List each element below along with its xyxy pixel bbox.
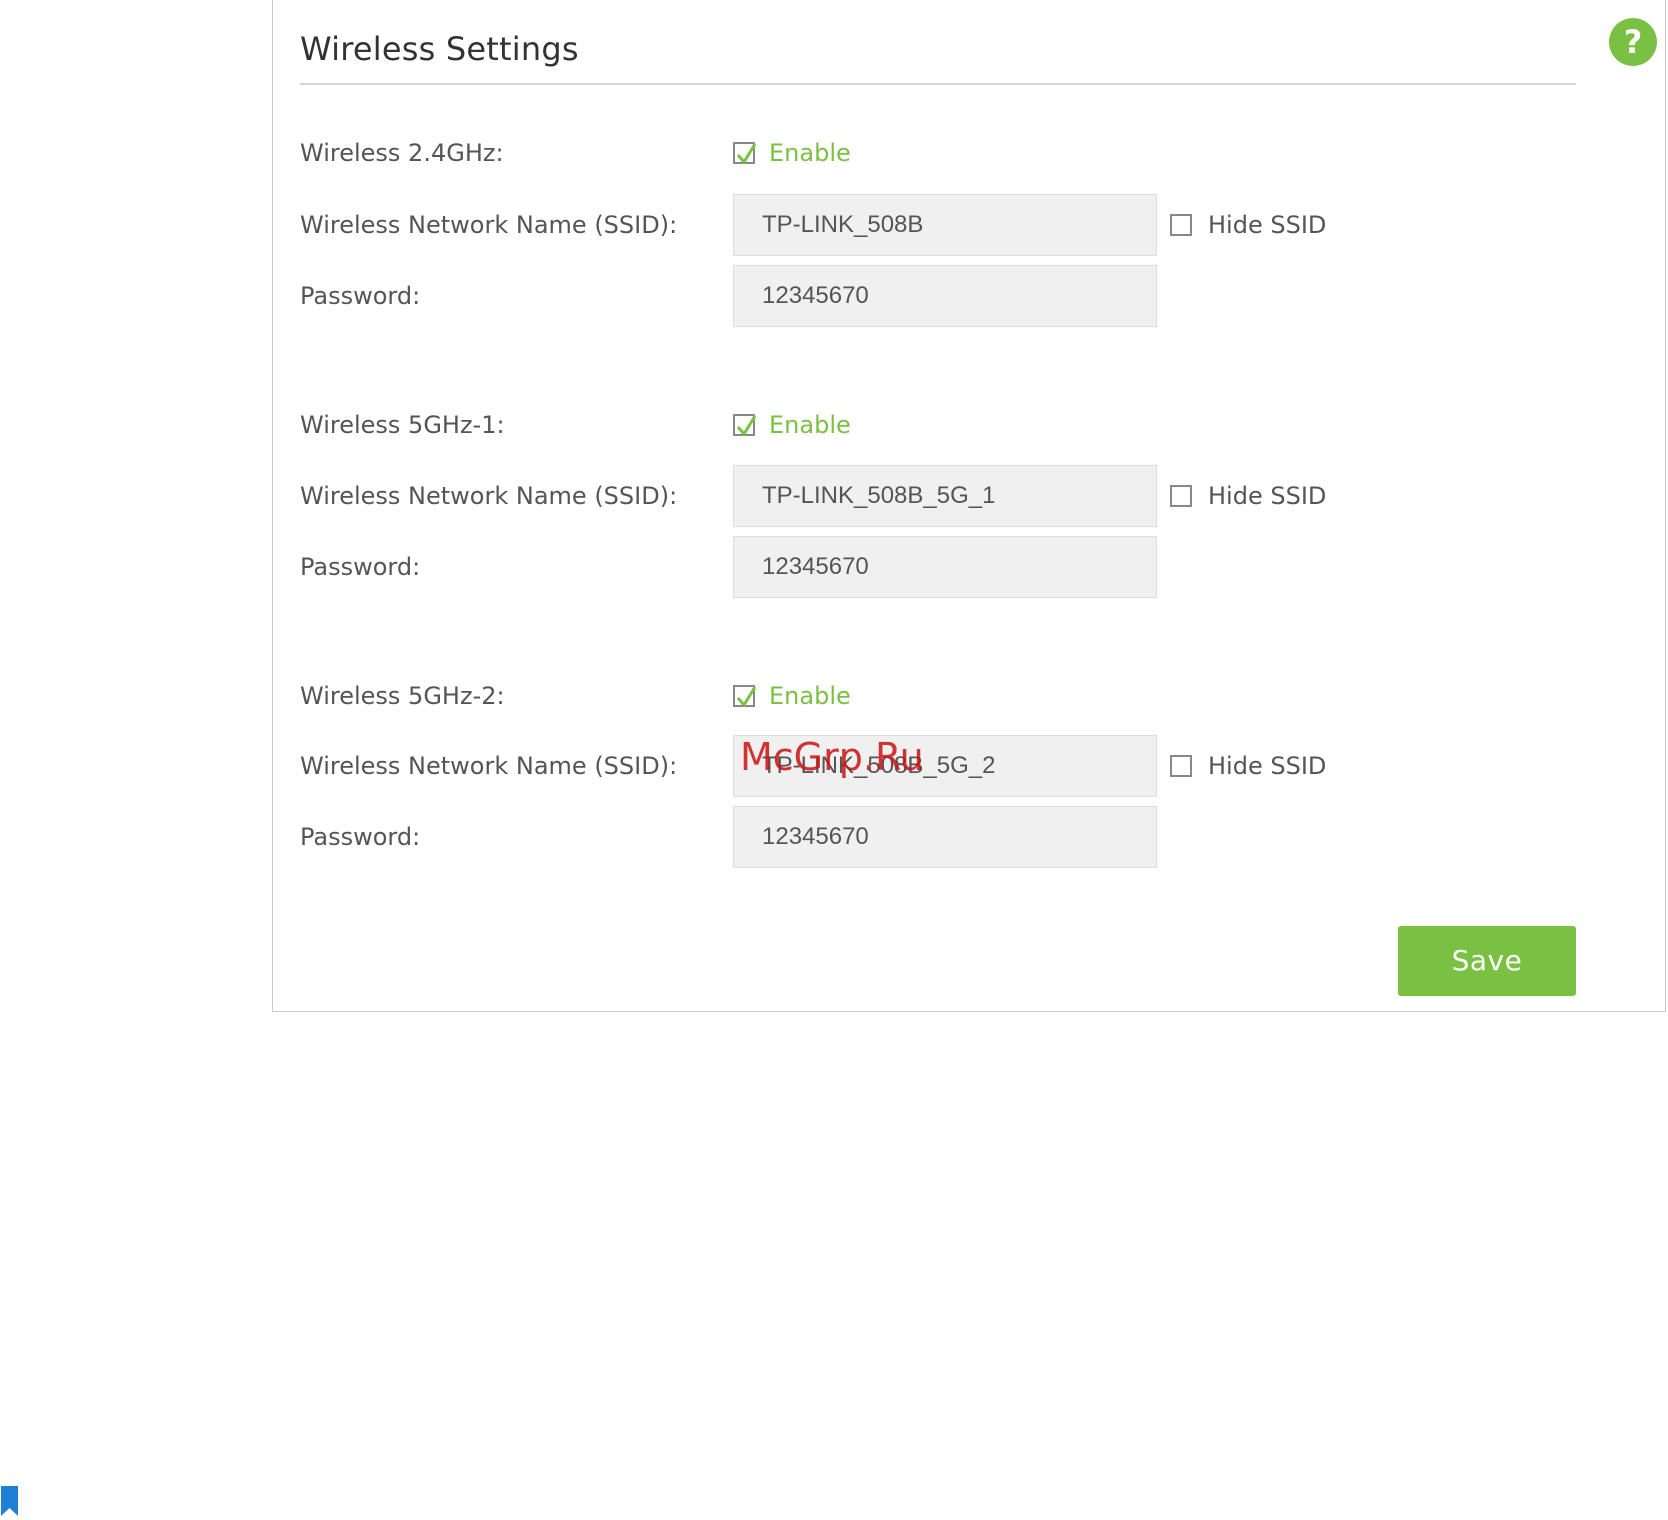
hide-ssid-5ghz1-checkbox[interactable]: Hide SSID: [1170, 465, 1326, 527]
enable-5ghz2-checkbox[interactable]: Enable: [733, 665, 851, 727]
band-5ghz2-enable-row: Wireless 5GHz-2: Enable: [300, 665, 1600, 727]
help-icon[interactable]: ?: [1609, 18, 1657, 66]
password-input-5ghz2[interactable]: 12345670: [733, 806, 1157, 868]
password-label: Password:: [300, 553, 421, 581]
enable-label: Enable: [769, 411, 851, 439]
enable-24ghz-checkbox[interactable]: Enable: [733, 122, 851, 184]
band-label: Wireless 2.4GHz:: [300, 139, 504, 167]
checkbox-unchecked-icon: [1170, 755, 1192, 777]
checkbox-unchecked-icon: [1170, 214, 1192, 236]
page-title: Wireless Settings: [300, 30, 579, 68]
checkbox-checked-icon: [733, 142, 757, 165]
ssid-label: Wireless Network Name (SSID):: [300, 211, 678, 239]
band-5ghz2-password-row: Password: 12345670: [300, 806, 1600, 868]
hide-ssid-label: Hide SSID: [1208, 211, 1327, 239]
band-5ghz1-password-row: Password: 12345670: [300, 536, 1600, 598]
checkbox-checked-icon: [733, 414, 757, 437]
hide-ssid-24ghz-checkbox[interactable]: Hide SSID: [1170, 194, 1326, 256]
enable-label: Enable: [769, 139, 851, 167]
band-label: Wireless 5GHz-1:: [300, 411, 505, 439]
wireless-settings-panel: Wireless Settings ? Wireless 2.4GHz: Ena…: [272, 0, 1666, 1012]
watermark: McGrp.Ru: [740, 735, 924, 779]
hide-ssid-5ghz2-checkbox[interactable]: Hide SSID: [1170, 735, 1326, 797]
band-24ghz-ssid-row: Wireless Network Name (SSID): TP-LINK_50…: [300, 194, 1600, 256]
checkbox-unchecked-icon: [1170, 485, 1192, 507]
password-input-24ghz[interactable]: 12345670: [733, 265, 1157, 327]
band-5ghz2-ssid-row: Wireless Network Name (SSID): TP-LINK_50…: [300, 735, 1600, 797]
band-5ghz1-enable-row: Wireless 5GHz-1: Enable: [300, 394, 1600, 456]
save-button[interactable]: Save: [1398, 926, 1576, 996]
band-24ghz-enable-row: Wireless 2.4GHz: Enable: [300, 122, 1600, 184]
ssid-input-5ghz1[interactable]: TP-LINK_508B_5G_1: [733, 465, 1157, 527]
password-label: Password:: [300, 823, 421, 851]
password-label: Password:: [300, 282, 421, 310]
enable-5ghz1-checkbox[interactable]: Enable: [733, 394, 851, 456]
enable-label: Enable: [769, 682, 851, 710]
hide-ssid-label: Hide SSID: [1208, 752, 1327, 780]
ssid-input-24ghz[interactable]: TP-LINK_508B: [733, 194, 1157, 256]
band-label: Wireless 5GHz-2:: [300, 682, 505, 710]
password-input-5ghz1[interactable]: 12345670: [733, 536, 1157, 598]
band-5ghz1-ssid-row: Wireless Network Name (SSID): TP-LINK_50…: [300, 465, 1600, 527]
checkbox-checked-icon: [733, 685, 757, 708]
hide-ssid-label: Hide SSID: [1208, 482, 1327, 510]
band-24ghz-password-row: Password: 12345670: [300, 265, 1600, 327]
ssid-label: Wireless Network Name (SSID):: [300, 752, 678, 780]
title-divider: [300, 83, 1576, 85]
ssid-label: Wireless Network Name (SSID):: [300, 482, 678, 510]
bookmark-icon: [0, 1486, 20, 1520]
